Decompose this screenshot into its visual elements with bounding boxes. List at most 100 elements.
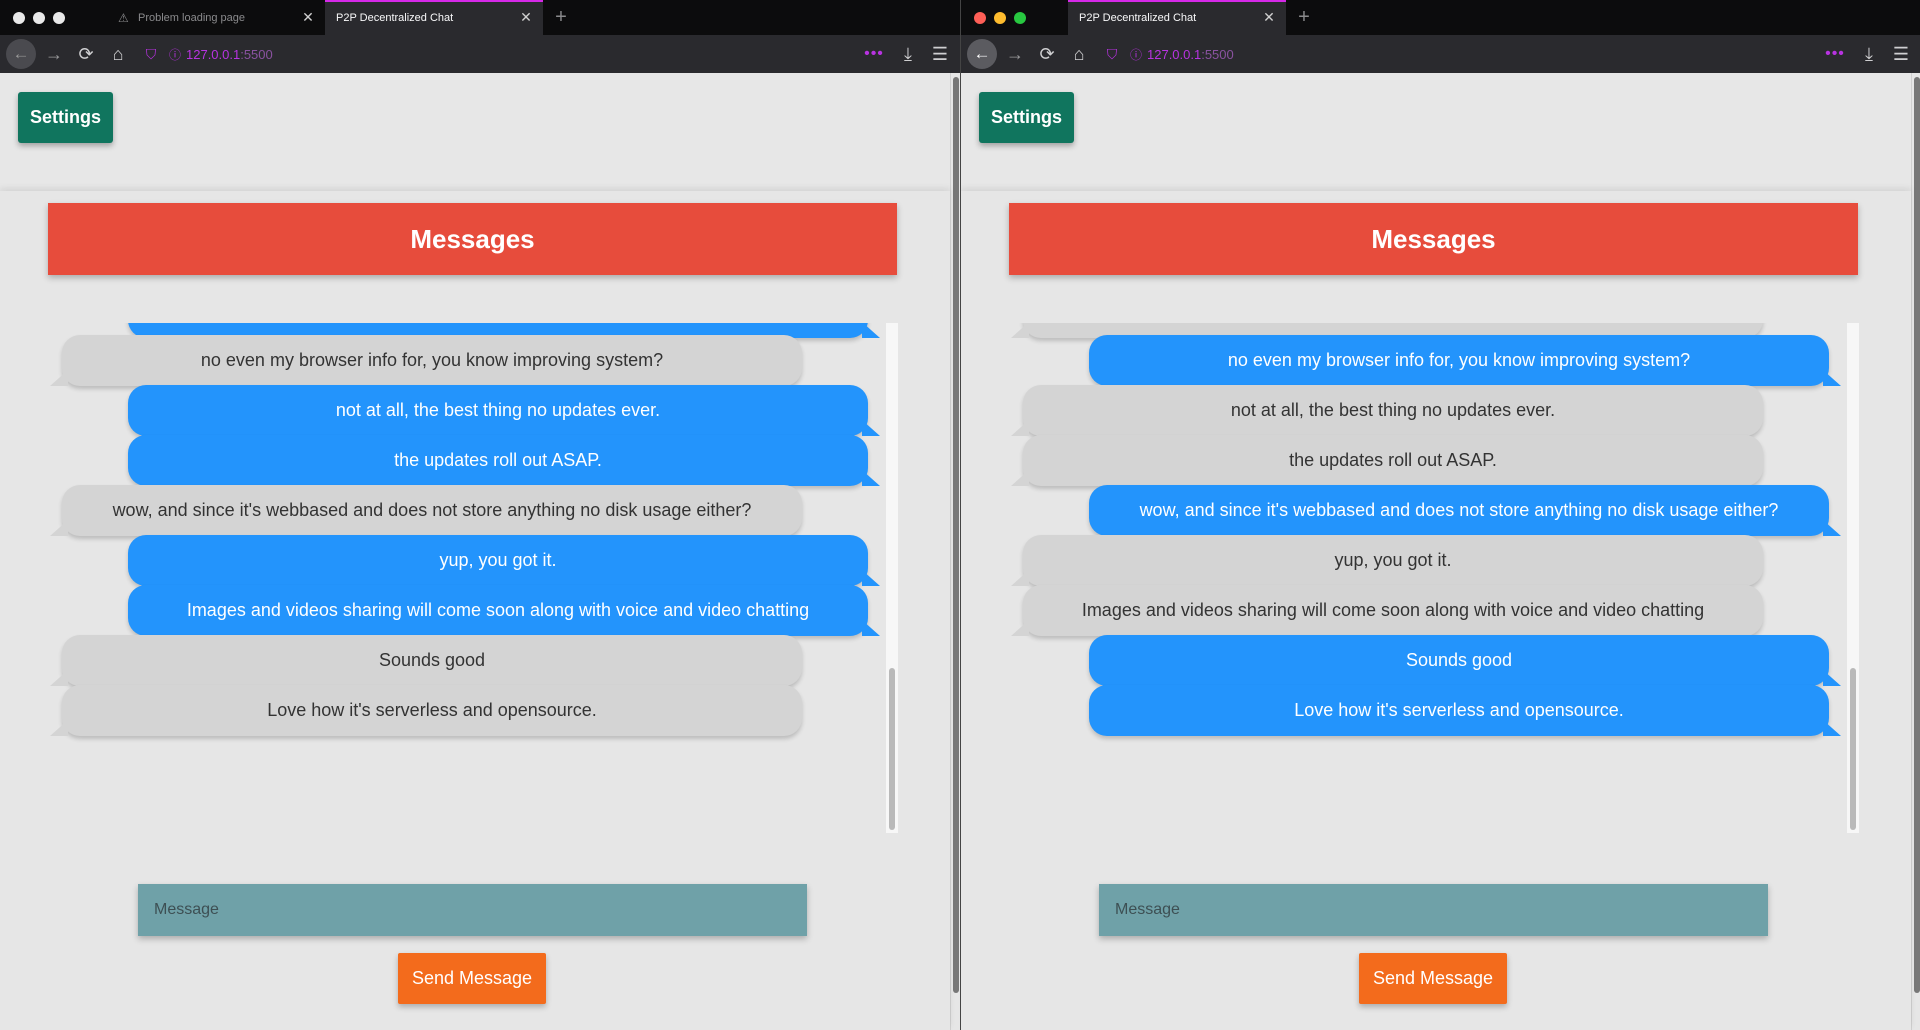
desktop: ⚠ Problem loading page ✕ P2P Decentraliz… <box>0 0 1920 1030</box>
close-tab-icon[interactable]: ✕ <box>1262 9 1276 26</box>
info-icon[interactable]: ⓘ <box>164 46 186 63</box>
message-text: no even my browser info for, you know im… <box>1227 350 1691 370</box>
tab-strip: P2P Decentralized Chat ✕ + <box>961 0 1920 35</box>
tab-problem-loading[interactable]: ⚠ Problem loading page ✕ <box>107 0 325 35</box>
message-text: Sounds good <box>378 650 486 670</box>
close-tab-icon[interactable]: ✕ <box>519 9 533 26</box>
tab-strip: ⚠ Problem loading page ✕ P2P Decentraliz… <box>0 0 960 35</box>
message-list-scrollbar[interactable] <box>886 323 898 833</box>
message-bubble: yup, you got it. <box>128 535 880 586</box>
navigation-toolbar: ← → ⟳ ⌂ ⛉ ⓘ 127.0.0.1:5500 ••• ⤓ ☰ <box>961 35 1920 73</box>
download-icon[interactable]: ⤓ <box>1853 38 1885 70</box>
maximize-window-button[interactable] <box>1014 11 1026 24</box>
reload-button[interactable]: ⟳ <box>1031 38 1063 70</box>
page-scrollbar[interactable] <box>1911 73 1920 1030</box>
url-host: 127.0.0.1 <box>186 46 241 62</box>
forward-button[interactable]: → <box>38 38 70 70</box>
close-window-button[interactable] <box>974 11 986 24</box>
home-button[interactable]: ⌂ <box>1063 38 1095 70</box>
tab-title: Problem loading page <box>138 11 246 24</box>
url-port: :5500 <box>1201 46 1234 62</box>
menu-icon[interactable]: ☰ <box>924 38 956 70</box>
message-list[interactable]: no even my browser info for, you know im… <box>48 323 898 833</box>
url-port: :5500 <box>240 46 273 62</box>
message-text: the updates roll out ASAP. <box>394 450 602 470</box>
close-window-button[interactable] <box>13 11 25 24</box>
message-bubble: no even my browser info for, you know im… <box>50 335 802 386</box>
message-text: Love how it's serverless and opensource. <box>267 700 597 720</box>
settings-button[interactable]: Settings <box>979 92 1074 143</box>
browser-window-right: P2P Decentralized Chat ✕ + ← → ⟳ ⌂ ⛉ ⓘ 1… <box>960 0 1920 1030</box>
send-message-button[interactable]: Send Message <box>398 953 546 1004</box>
message-input[interactable]: Message <box>1099 884 1768 936</box>
message-bubble: Images and videos sharing will come soon… <box>1011 585 1763 636</box>
message-bubble: no even my browser info for, you know im… <box>1089 335 1841 386</box>
new-tab-button[interactable]: + <box>1286 0 1322 35</box>
minimize-window-button[interactable] <box>33 11 45 24</box>
info-icon[interactable]: ⓘ <box>1125 46 1147 63</box>
message-list-scrollbar-thumb[interactable] <box>889 668 895 830</box>
back-button[interactable]: ← <box>967 39 997 69</box>
browser-window-left: ⚠ Problem loading page ✕ P2P Decentraliz… <box>0 0 960 1030</box>
url-text[interactable]: 127.0.0.1:5500 <box>186 47 273 62</box>
message-text: not at all, the best thing no updates ev… <box>1230 400 1556 420</box>
toolbar-right: ••• ⤓ ☰ <box>1817 38 1920 70</box>
close-tab-icon[interactable]: ✕ <box>301 9 315 26</box>
message-input-placeholder: Message <box>154 901 219 918</box>
forward-button[interactable]: → <box>999 38 1031 70</box>
messages-header: Messages <box>1009 203 1858 275</box>
tab-p2p-chat[interactable]: P2P Decentralized Chat ✕ <box>1068 0 1286 35</box>
message-bubble: Love how it's serverless and opensource. <box>50 685 802 736</box>
message-bubble: wow, and since it's webbased and does no… <box>50 485 802 536</box>
url-bar[interactable]: ⛉ ⓘ 127.0.0.1:5500 <box>138 38 856 70</box>
message-list-scrollbar[interactable] <box>1847 323 1859 833</box>
message-bubble: the updates roll out ASAP. <box>1011 435 1763 486</box>
message-text: Images and videos sharing will come soon… <box>1081 600 1705 620</box>
shield-icon[interactable]: ⛉ <box>138 46 164 63</box>
tab-p2p-chat[interactable]: P2P Decentralized Chat ✕ <box>325 0 543 35</box>
settings-button[interactable]: Settings <box>18 92 113 143</box>
message-text: Love how it's serverless and opensource. <box>1294 700 1624 720</box>
message-input-placeholder: Message <box>1115 901 1180 918</box>
message-text: the updates roll out ASAP. <box>1289 450 1497 470</box>
page-content: Settings Messages no even my browser inf… <box>0 73 960 1030</box>
page-actions-icon[interactable]: ••• <box>856 45 892 63</box>
message-text: Images and videos sharing will come soon… <box>186 600 810 620</box>
message-text: wow, and since it's webbased and does no… <box>112 500 752 520</box>
message-list[interactable]: no even my browser info for, you know im… <box>1009 323 1859 833</box>
page-scrollbar[interactable] <box>950 73 960 1030</box>
window-controls <box>961 11 1068 24</box>
minimize-window-button[interactable] <box>994 11 1006 24</box>
messages-header: Messages <box>48 203 897 275</box>
maximize-window-button[interactable] <box>53 11 65 24</box>
message-text: no even my browser info for, you know im… <box>200 350 664 370</box>
message-text: not at all, the best thing no updates ev… <box>335 400 661 420</box>
page-scrollbar-thumb[interactable] <box>953 77 959 993</box>
download-icon[interactable]: ⤓ <box>892 38 924 70</box>
url-bar[interactable]: ⛉ ⓘ 127.0.0.1:5500 <box>1099 38 1817 70</box>
menu-icon[interactable]: ☰ <box>1885 38 1917 70</box>
message-bubble: not at all, the best thing no updates ev… <box>1011 385 1763 436</box>
message-text: yup, you got it. <box>1334 550 1452 570</box>
url-text[interactable]: 127.0.0.1:5500 <box>1147 47 1234 62</box>
message-bubble: Sounds good <box>1089 635 1841 686</box>
warning-icon: ⚠ <box>118 10 129 25</box>
tab-title: P2P Decentralized Chat <box>1079 11 1197 24</box>
message-input[interactable]: Message <box>138 884 807 936</box>
back-button[interactable]: ← <box>6 39 36 69</box>
send-message-button[interactable]: Send Message <box>1359 953 1507 1004</box>
toolbar-right: ••• ⤓ ☰ <box>856 38 960 70</box>
message-list-scrollbar-thumb[interactable] <box>1850 668 1856 830</box>
new-tab-button[interactable]: + <box>543 0 579 35</box>
home-button[interactable]: ⌂ <box>102 38 134 70</box>
message-text: Sounds good <box>1405 650 1513 670</box>
reload-button[interactable]: ⟳ <box>70 38 102 70</box>
message-bubble: not at all, the best thing no updates ev… <box>128 385 880 436</box>
page-actions-icon[interactable]: ••• <box>1817 45 1853 63</box>
tab-title: P2P Decentralized Chat <box>336 11 454 24</box>
window-controls <box>0 11 107 24</box>
message-bubble: wow, and since it's webbased and does no… <box>1089 485 1841 536</box>
shield-icon[interactable]: ⛉ <box>1099 46 1125 63</box>
page-scrollbar-thumb[interactable] <box>1914 77 1920 993</box>
navigation-toolbar: ← → ⟳ ⌂ ⛉ ⓘ 127.0.0.1:5500 ••• ⤓ ☰ <box>0 35 960 73</box>
